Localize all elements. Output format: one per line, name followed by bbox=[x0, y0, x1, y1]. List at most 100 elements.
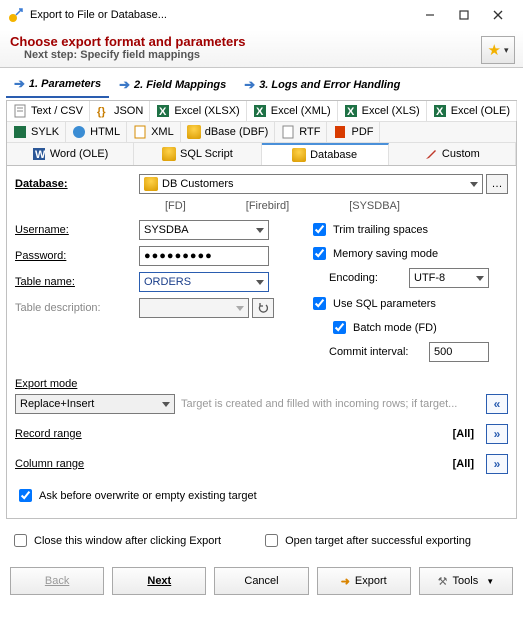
footer-options: Close this window after clicking Export … bbox=[0, 525, 523, 561]
record-range-value: [All] bbox=[453, 428, 474, 440]
export-mode-section: Export mode Replace+Insert Target is cre… bbox=[15, 378, 508, 414]
arrow-icon: ➔ bbox=[119, 77, 130, 93]
minimize-button[interactable] bbox=[413, 3, 447, 27]
open-after-checkbox[interactable]: Open target after successful exporting bbox=[261, 531, 471, 550]
username-combo[interactable]: SYSDBA bbox=[139, 220, 269, 240]
close-button[interactable] bbox=[481, 3, 515, 27]
format-tab-excel-ole[interactable]: XExcel (OLE) bbox=[427, 101, 517, 121]
window-title: Export to File or Database... bbox=[30, 9, 413, 21]
format-tab-xml[interactable]: XML bbox=[127, 122, 181, 142]
wizard-tab-parameters[interactable]: ➔1. Parameters bbox=[6, 72, 109, 98]
html-icon bbox=[72, 125, 86, 139]
format-tab-text-csv[interactable]: Text / CSV bbox=[7, 101, 90, 121]
format-tab-rtf[interactable]: RTF bbox=[275, 122, 327, 142]
format-tab-database[interactable]: Database bbox=[262, 143, 389, 165]
excel-icon: X bbox=[433, 104, 447, 118]
doc-icon bbox=[13, 104, 27, 118]
back-button[interactable]: Back bbox=[10, 567, 104, 595]
wizard-tabs: ➔1. Parameters ➔2. Field Mappings ➔3. Lo… bbox=[0, 68, 523, 98]
parameters-panel: Database: DB Customers … [FD] [Firebird]… bbox=[6, 166, 517, 519]
format-tab-dbf[interactable]: dBase (DBF) bbox=[181, 122, 276, 142]
format-tab-xlsx[interactable]: XExcel (XLSX) bbox=[150, 101, 246, 121]
title-bar: Export to File or Database... bbox=[0, 0, 523, 30]
xml-icon bbox=[133, 125, 147, 139]
tools-icon bbox=[438, 575, 448, 588]
header-title: Choose export format and parameters bbox=[10, 34, 513, 49]
format-tab-pdf[interactable]: PDF bbox=[327, 122, 380, 142]
export-button[interactable]: Export bbox=[317, 567, 411, 595]
encoding-label: Encoding: bbox=[329, 272, 409, 284]
record-range-expand-button[interactable]: » bbox=[486, 424, 508, 444]
column-range-expand-button[interactable]: » bbox=[486, 454, 508, 474]
svg-text:X: X bbox=[436, 106, 444, 118]
password-input[interactable] bbox=[139, 246, 269, 266]
column-range-title: Column range bbox=[15, 458, 84, 470]
star-icon bbox=[488, 41, 501, 59]
memory-saving-checkbox[interactable]: Memory saving mode bbox=[309, 244, 508, 263]
table-name-label: Table name: bbox=[15, 276, 139, 288]
format-tab-sylk[interactable]: SYLK bbox=[7, 122, 66, 142]
record-range-title: Record range bbox=[15, 428, 82, 440]
svg-text:X: X bbox=[347, 106, 355, 118]
database-browse-button[interactable]: … bbox=[486, 174, 508, 194]
favorites-button[interactable] bbox=[481, 36, 515, 64]
database-icon bbox=[144, 177, 158, 191]
database-combo[interactable]: DB Customers bbox=[139, 174, 483, 194]
arrow-icon: ➔ bbox=[244, 77, 255, 93]
trim-trailing-checkbox[interactable]: Trim trailing spaces bbox=[309, 220, 508, 239]
export-mode-expand-button[interactable]: « bbox=[486, 394, 508, 414]
username-label: Username: bbox=[15, 224, 139, 236]
button-bar: Back Next Cancel Export Tools▼ bbox=[0, 561, 523, 605]
record-range-section: Record range [All] » bbox=[15, 424, 508, 444]
password-label: Password: bbox=[15, 250, 139, 262]
excel-icon: X bbox=[156, 104, 170, 118]
format-tab-word-ole[interactable]: WWord (OLE) bbox=[7, 143, 134, 165]
format-tab-sql-script[interactable]: SQL Script bbox=[134, 143, 261, 165]
chevron-down-icon: ▼ bbox=[486, 577, 494, 586]
excel-icon: X bbox=[344, 104, 358, 118]
encoding-combo[interactable]: UTF-8 bbox=[409, 268, 489, 288]
format-tab-excel-xml[interactable]: XExcel (XML) bbox=[247, 101, 338, 121]
database-icon bbox=[187, 125, 201, 139]
table-description-combo bbox=[139, 298, 249, 318]
format-tab-custom[interactable]: Custom bbox=[389, 143, 516, 165]
cancel-button[interactable]: Cancel bbox=[214, 567, 308, 595]
svg-text:X: X bbox=[256, 106, 264, 118]
arrow-icon: ➔ bbox=[14, 76, 25, 92]
database-icon bbox=[292, 148, 306, 162]
table-description-label: Table description: bbox=[15, 302, 139, 314]
pdf-icon bbox=[333, 125, 347, 139]
wizard-tab-field-mappings[interactable]: ➔2. Field Mappings bbox=[111, 72, 234, 98]
excel-icon: X bbox=[253, 104, 267, 118]
word-icon: W bbox=[32, 147, 46, 161]
sql-params-checkbox[interactable]: Use SQL parameters bbox=[309, 294, 508, 313]
close-after-checkbox[interactable]: Close this window after clicking Export bbox=[10, 531, 221, 550]
app-icon bbox=[8, 7, 24, 23]
next-button[interactable]: Next bbox=[112, 567, 206, 595]
database-icon bbox=[162, 147, 176, 161]
column-range-section: Column range [All] » bbox=[15, 454, 508, 474]
undo-button[interactable] bbox=[252, 298, 274, 318]
wizard-tab-logs[interactable]: ➔3. Logs and Error Handling bbox=[236, 72, 408, 98]
database-meta: [FD] [Firebird] [SYSDBA] bbox=[165, 200, 508, 212]
database-label: Database: bbox=[15, 178, 139, 190]
format-tab-xls[interactable]: XExcel (XLS) bbox=[338, 101, 427, 121]
table-name-combo[interactable]: ORDERS bbox=[139, 272, 269, 292]
format-tab-html[interactable]: HTML bbox=[66, 122, 127, 142]
export-mode-combo[interactable]: Replace+Insert bbox=[15, 394, 175, 414]
batch-mode-checkbox[interactable]: Batch mode (FD) bbox=[329, 318, 508, 337]
commit-interval-input[interactable] bbox=[429, 342, 489, 362]
export-mode-hint: Target is created and filled with incomi… bbox=[181, 398, 480, 410]
format-tab-json[interactable]: {}JSON bbox=[90, 101, 150, 121]
ask-overwrite-checkbox[interactable]: Ask before overwrite or empty existing t… bbox=[15, 486, 508, 505]
svg-text:X: X bbox=[159, 106, 167, 118]
wizard-header: Choose export format and parameters Next… bbox=[0, 30, 523, 68]
pencil-icon bbox=[424, 147, 438, 161]
svg-text:{}: {} bbox=[97, 106, 106, 118]
svg-text:W: W bbox=[35, 149, 46, 161]
column-range-value: [All] bbox=[453, 458, 474, 470]
maximize-button[interactable] bbox=[447, 3, 481, 27]
tools-button[interactable]: Tools▼ bbox=[419, 567, 513, 595]
header-subtitle: Next step: Specify field mappings bbox=[24, 49, 513, 61]
export-icon bbox=[341, 575, 350, 588]
